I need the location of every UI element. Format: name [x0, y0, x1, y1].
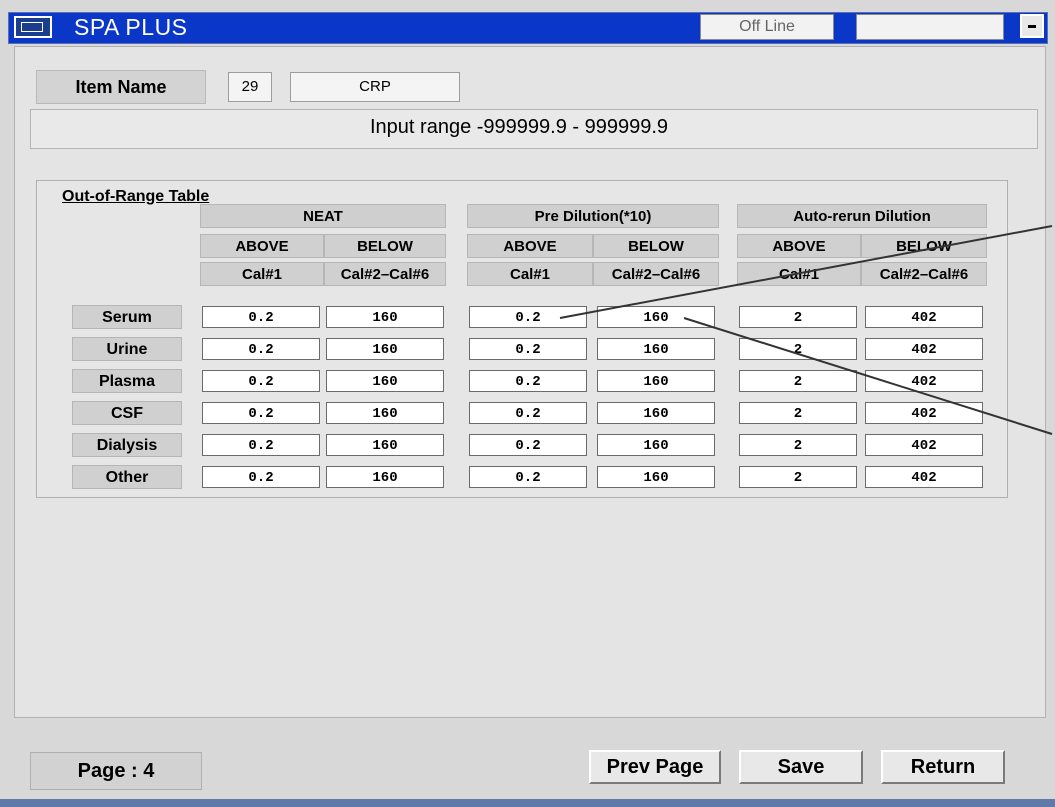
annotation-lines: [559, 225, 1053, 435]
prev-page-button[interactable]: Prev Page: [589, 750, 721, 784]
page-indicator: Page : 4: [30, 752, 202, 790]
save-button[interactable]: Save: [739, 750, 863, 784]
bottom-bar: [0, 799, 1055, 807]
return-button[interactable]: Return: [881, 750, 1005, 784]
